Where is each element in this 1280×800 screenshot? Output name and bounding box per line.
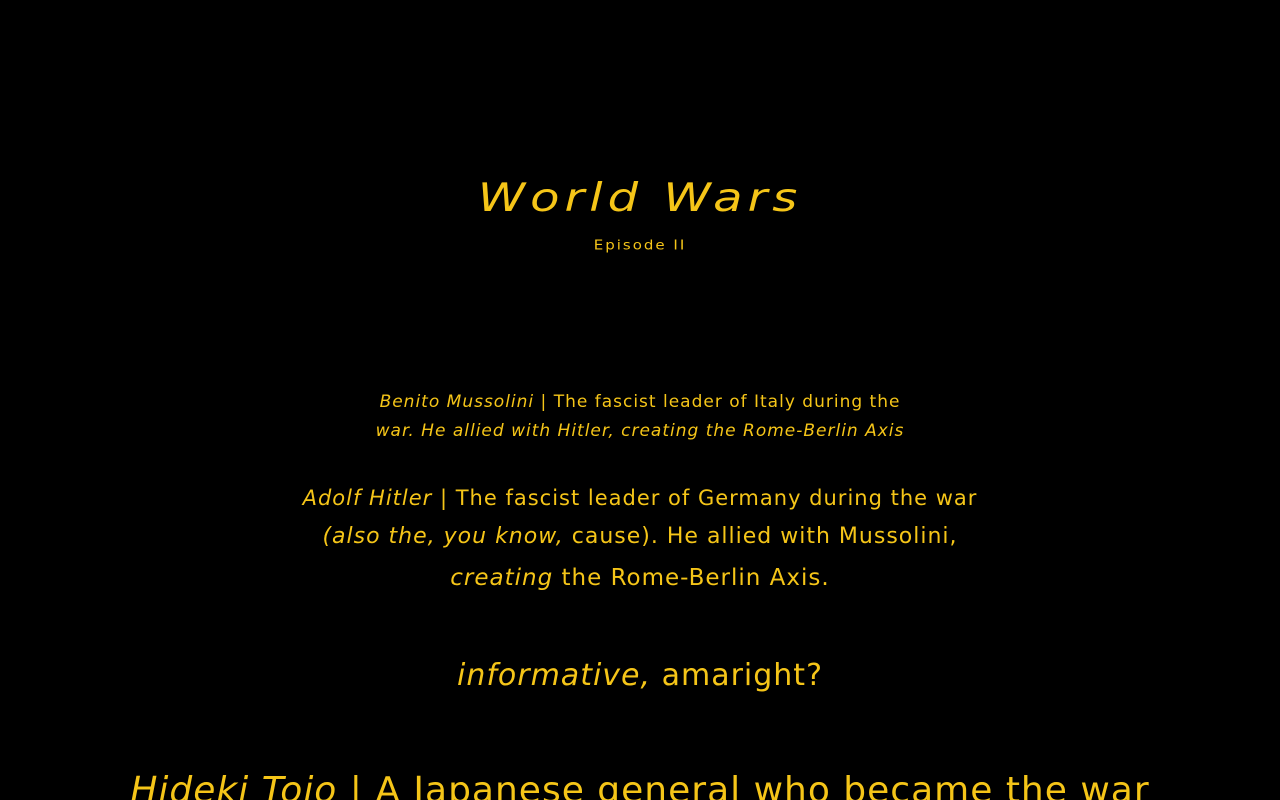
crawl-line-4: (also the, you know, cause). He allied w… (0, 526, 1280, 548)
crawl-stage: World Wars Episode II Benito Mussolini |… (0, 0, 1280, 800)
crawl-line-1-italic: Benito Mussolini (379, 392, 535, 412)
crawl-title: World Wars (477, 174, 803, 221)
crawl-line-7: Hideki Tojo | A Japanese general who bec… (0, 773, 1280, 800)
crawl-line-1-text: | The fascist leader of Italy during the (534, 392, 901, 412)
crawl-line-5-italic: creating (450, 565, 554, 591)
crawl-line-7-text: | A Japanese general who became the war (337, 770, 1150, 800)
crawl-line-5: creating the Rome-Berlin Axis. (0, 567, 1280, 590)
crawl-line-4-italic: (also the, you know, (322, 524, 564, 549)
crawl-line-6-text: amaright? (651, 658, 823, 693)
crawl-line-3-text: | The fascist leader of Germany during t… (432, 486, 978, 510)
crawl-line-6: informative, amaright? (0, 661, 1280, 691)
crawl-subtitle: Episode II (593, 236, 687, 254)
crawl-line-3: Adolf Hitler | The fascist leader of Ger… (0, 488, 1280, 509)
crawl-line-7-italic: Hideki Tojo (130, 770, 338, 800)
crawl-line-4-text: cause). He allied with Mussolini, (563, 524, 958, 549)
crawl-line-6-italic: informative, (456, 658, 652, 693)
crawl-line-5-text: the Rome-Berlin Axis. (553, 565, 830, 591)
crawl-line-1: Benito Mussolini | The fascist leader of… (0, 394, 1280, 411)
crawl-line-2: war. He allied with Hitler, creating the… (0, 423, 1280, 440)
crawl-line-3-italic: Adolf Hitler (302, 486, 433, 510)
crawl-line-2-italic: war. He allied with Hitler, creating the… (375, 421, 905, 441)
